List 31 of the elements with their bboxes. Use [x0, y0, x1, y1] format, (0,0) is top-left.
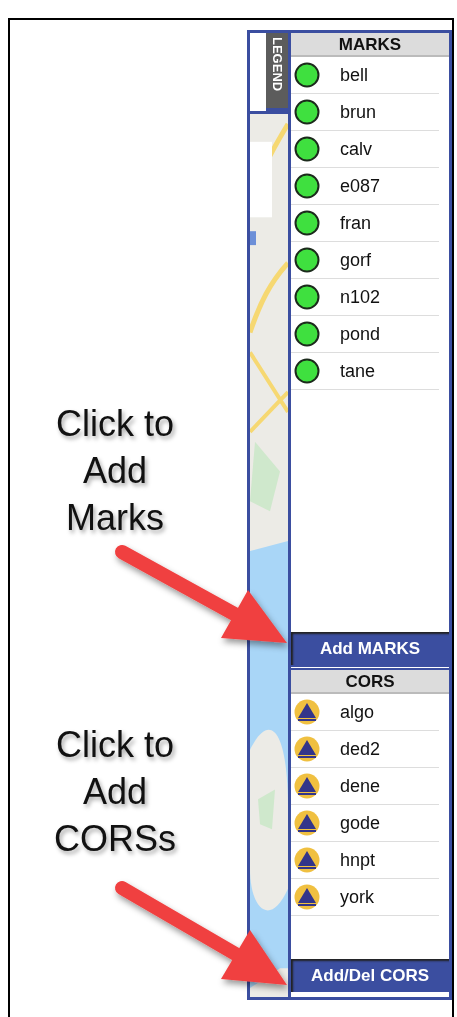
section-header: CORS: [291, 670, 449, 694]
legend-tab[interactable]: LEGEND: [266, 33, 288, 111]
status-dot-icon: [294, 284, 320, 310]
station-name[interactable]: hnpt: [340, 846, 376, 874]
status-dot-icon: [294, 173, 320, 199]
station-name[interactable]: bell: [340, 61, 369, 89]
station-name[interactable]: dene: [340, 772, 381, 800]
station-name[interactable]: brun: [340, 98, 377, 126]
add-button[interactable]: Add MARKS: [291, 632, 449, 665]
status-dot-icon: [294, 247, 320, 273]
status-dot-icon: [294, 99, 320, 125]
add-button[interactable]: Add/Del CORS: [291, 959, 449, 992]
station-name[interactable]: fran: [340, 209, 372, 237]
status-dot-icon: [294, 136, 320, 162]
station-name[interactable]: gode: [340, 809, 381, 837]
station-name[interactable]: york: [340, 883, 374, 911]
section-header: MARKS: [291, 33, 449, 57]
station-name[interactable]: gorf: [340, 246, 372, 274]
status-dot-icon: [294, 358, 320, 384]
callout-text: Click to Add Marks: [55, 402, 175, 540]
station-name[interactable]: pond: [340, 320, 381, 348]
station-name[interactable]: n102: [340, 283, 381, 311]
status-dot-icon: [294, 321, 320, 347]
station-name[interactable]: e087: [340, 172, 381, 200]
station-name[interactable]: tane: [340, 357, 376, 385]
status-dot-icon: [294, 62, 320, 88]
station-name[interactable]: algo: [340, 698, 375, 726]
status-dot-icon: [294, 210, 320, 236]
station-name[interactable]: calv: [340, 135, 372, 163]
station-name[interactable]: ded2: [340, 735, 381, 763]
callout-text: Click to Add CORSs: [53, 723, 177, 861]
